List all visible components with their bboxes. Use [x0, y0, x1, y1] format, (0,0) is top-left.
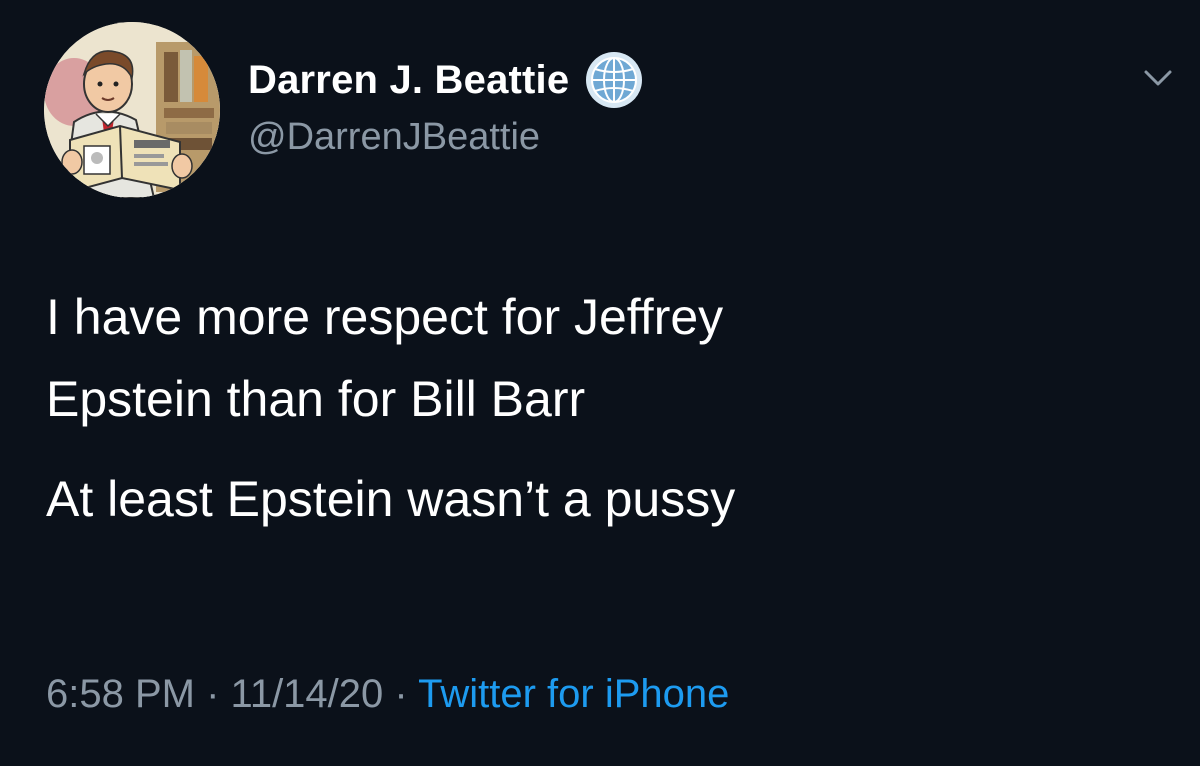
- tweet-line: Epstein than for Bill Barr: [46, 371, 586, 427]
- tweet-text: I have more respect for Jeffrey Epstein …: [46, 276, 1146, 540]
- tweet-source-link[interactable]: Twitter for iPhone: [418, 672, 729, 716]
- name-row: Darren J. Beattie: [248, 52, 645, 108]
- chevron-down-icon[interactable]: [1134, 54, 1182, 102]
- tweet-date[interactable]: 11/14/20: [231, 672, 384, 716]
- avatar-illustration: [44, 22, 220, 198]
- tweet-card: Darren J. Beattie @DarrenJBeattie I have…: [0, 0, 1200, 766]
- avatar[interactable]: [44, 22, 220, 198]
- tweet-time[interactable]: 6:58 PM: [46, 672, 195, 716]
- meta-separator: ·: [206, 672, 220, 716]
- tweet-line: At least Epstein wasn’t a pussy: [46, 471, 736, 527]
- user-handle[interactable]: @DarrenJBeattie: [248, 116, 540, 159]
- display-name[interactable]: Darren J. Beattie: [248, 58, 569, 103]
- tweet-meta: 6:58 PM · 11/14/20 · Twitter for iPhone: [46, 672, 729, 717]
- tweet-line: I have more respect for Jeffrey: [46, 289, 724, 345]
- globe-icon: [583, 49, 645, 111]
- meta-separator: ·: [394, 672, 408, 716]
